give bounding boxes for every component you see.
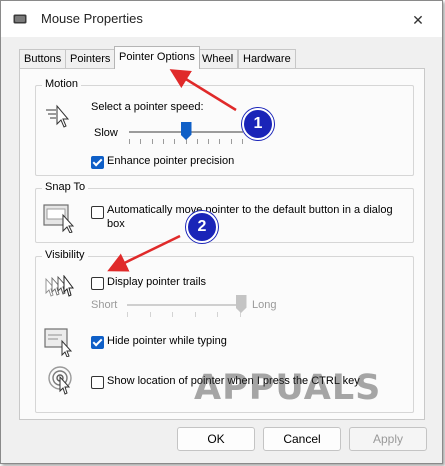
slow-label: Slow <box>94 127 118 139</box>
slider-tick <box>197 139 198 144</box>
slider-tick <box>140 139 141 144</box>
slider-tick <box>208 139 209 144</box>
motion-group-label: Motion <box>42 78 82 90</box>
pointer-trails-slider[interactable] <box>127 304 241 306</box>
pointer-speed-thumb[interactable] <box>180 122 192 140</box>
slider-tick <box>172 312 173 317</box>
slider-tick <box>127 312 128 317</box>
pointer-trails-ticks <box>127 312 241 317</box>
snap-to-group: Snap To Automatically move pointer to th… <box>35 181 414 243</box>
visibility-group-label: Visibility <box>42 249 88 261</box>
show-location-checkbox[interactable] <box>91 376 104 389</box>
snap-to-label-line1: Automatically move pointer to the defaul… <box>107 204 393 216</box>
snap-to-icon <box>43 204 75 233</box>
close-icon[interactable]: ✕ <box>400 7 436 33</box>
annotation-badge-1: 1 <box>242 108 274 140</box>
motion-group: Motion Select a pointer speed: Slow Enha… <box>35 78 414 176</box>
hide-pointer-icon <box>44 328 73 357</box>
slider-tick <box>150 312 151 317</box>
cancel-button[interactable]: Cancel <box>263 427 341 451</box>
slider-tick <box>242 139 243 144</box>
slider-tick <box>219 139 220 144</box>
pointer-trails-icon <box>45 275 74 297</box>
title-bar: Mouse Properties ✕ <box>1 1 442 37</box>
window-title: Mouse Properties <box>41 11 143 26</box>
snap-to-group-label: Snap To <box>42 181 89 193</box>
appuals-watermark: APPUALS <box>194 368 382 408</box>
snap-to-label-line2: box <box>107 218 125 230</box>
slider-tick <box>152 139 153 144</box>
hide-pointer-label: Hide pointer while typing <box>107 335 227 347</box>
tab-pointer-options[interactable]: Pointer Options <box>114 46 200 69</box>
mouse-icon <box>13 14 27 24</box>
long-label: Long <box>252 299 277 311</box>
pointer-trails-thumb[interactable] <box>235 295 247 313</box>
tab-hardware[interactable]: Hardware <box>238 49 296 68</box>
slider-tick <box>174 139 175 144</box>
apply-button[interactable]: Apply <box>349 427 427 451</box>
short-label: Short <box>91 299 118 311</box>
ok-button[interactable]: OK <box>177 427 255 451</box>
snap-to-checkbox[interactable] <box>91 206 104 219</box>
annotation-badge-2: 2 <box>186 211 218 243</box>
hide-pointer-checkbox[interactable] <box>91 336 104 349</box>
slider-tick <box>231 139 232 144</box>
locate-pointer-icon <box>48 366 72 395</box>
enhance-precision-checkbox[interactable] <box>91 156 104 169</box>
pointer-speed-label: Select a pointer speed: <box>91 101 204 113</box>
tab-buttons[interactable]: Buttons <box>19 49 67 68</box>
pointer-speed-icon <box>46 104 70 128</box>
tab-pointers[interactable]: Pointers <box>65 49 116 68</box>
pointer-trails-checkbox[interactable] <box>91 277 104 290</box>
tab-wheel[interactable]: Wheel <box>197 49 239 68</box>
slider-tick <box>163 139 164 144</box>
pointer-trails-label: Display pointer trails <box>107 276 207 288</box>
enhance-precision-label: Enhance pointer precision <box>107 155 235 167</box>
slider-tick <box>217 312 218 317</box>
slider-tick <box>129 139 130 144</box>
slider-tick <box>195 312 196 317</box>
